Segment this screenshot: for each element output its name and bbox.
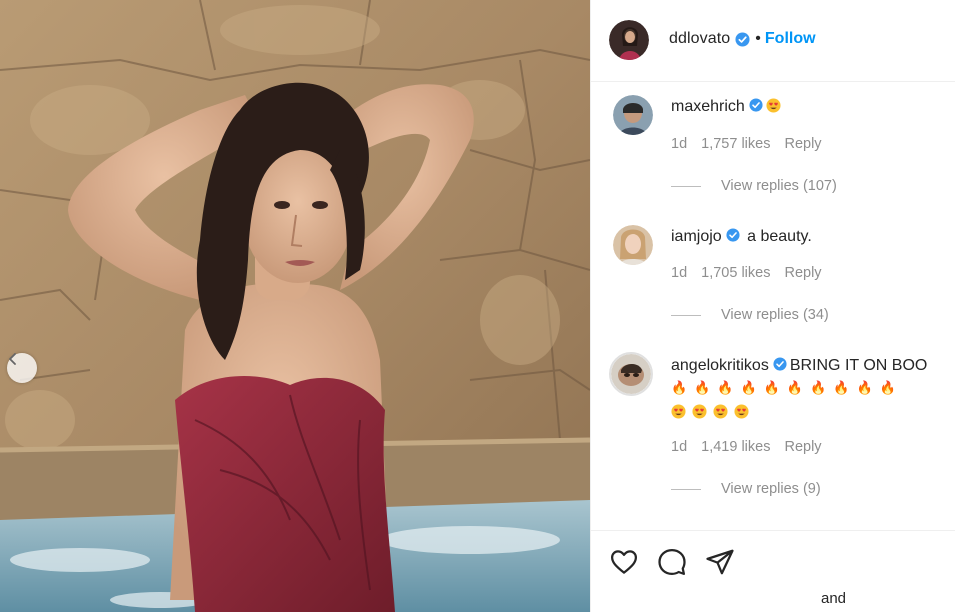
reply-button[interactable]: Reply: [784, 265, 821, 281]
heart-icon[interactable]: [609, 547, 639, 577]
chevron-left-icon: [9, 353, 16, 365]
view-replies-button[interactable]: View replies (34): [671, 307, 829, 323]
view-replies-label: View replies (107): [721, 178, 837, 194]
post-actions-bar: and: [591, 530, 955, 612]
replies-divider-line: [671, 314, 701, 316]
comment-text: a beauty.: [747, 228, 812, 245]
commenter-username[interactable]: angelokritikos: [671, 357, 769, 374]
likes-summary-text: and: [821, 590, 847, 607]
verified-badge-icon: [726, 228, 740, 242]
view-replies-button[interactable]: View replies (107): [671, 178, 837, 194]
comment-time: 1d: [671, 439, 688, 455]
author-username[interactable]: ddlovato: [669, 30, 730, 48]
replies-divider-line: [671, 488, 701, 490]
heart-eyes-emoji-icon: [766, 98, 781, 113]
separator-dot: •: [755, 30, 761, 47]
post-header: ddlovato • Follow: [591, 0, 955, 82]
commenter-username[interactable]: iamjojo: [671, 228, 722, 245]
comment-likes[interactable]: 1,757 likes: [701, 136, 770, 152]
heart-eyes-emoji-icon: [734, 404, 749, 419]
comment-time: 1d: [671, 265, 688, 281]
view-replies-label: View replies (9): [721, 481, 821, 497]
heart-eyes-emoji-icon: [713, 404, 728, 419]
heart-eyes-emoji-icon: [671, 404, 686, 419]
replies-divider-line: [671, 185, 701, 187]
commenter-avatar[interactable]: [613, 225, 653, 265]
view-replies-button[interactable]: View replies (9): [671, 481, 821, 497]
post-sidebar: ddlovato • Follow maxehrich 1d 1,757 lik…: [590, 0, 955, 612]
author-avatar[interactable]: [609, 20, 649, 60]
view-replies-label: View replies (34): [721, 307, 829, 323]
reply-button[interactable]: Reply: [784, 439, 821, 455]
verified-badge-icon: [735, 31, 750, 47]
paper-plane-icon[interactable]: [705, 547, 735, 577]
comment-icon[interactable]: [657, 547, 687, 577]
post-photo[interactable]: [0, 0, 590, 612]
commenter-avatar[interactable]: [609, 352, 653, 396]
reply-button[interactable]: Reply: [784, 136, 821, 152]
carousel-prev-button[interactable]: [7, 353, 37, 383]
fire-emoji-icon: 🔥🔥🔥🔥🔥🔥🔥🔥🔥🔥: [671, 381, 903, 396]
heart-eyes-emoji-row: [671, 402, 941, 420]
verified-badge-icon: [773, 357, 787, 371]
commenter-username[interactable]: maxehrich: [671, 98, 745, 115]
commenter-avatar[interactable]: [613, 95, 653, 135]
comment-text: BRING IT ON BOO: [789, 357, 928, 374]
photo-image: [0, 0, 590, 612]
comment-time: 1d: [671, 136, 688, 152]
comment-likes[interactable]: 1,705 likes: [701, 265, 770, 281]
verified-badge-icon: [749, 98, 763, 112]
comment-likes[interactable]: 1,419 likes: [701, 439, 770, 455]
follow-button[interactable]: Follow: [765, 30, 816, 48]
heart-eyes-emoji-icon: [692, 404, 707, 419]
